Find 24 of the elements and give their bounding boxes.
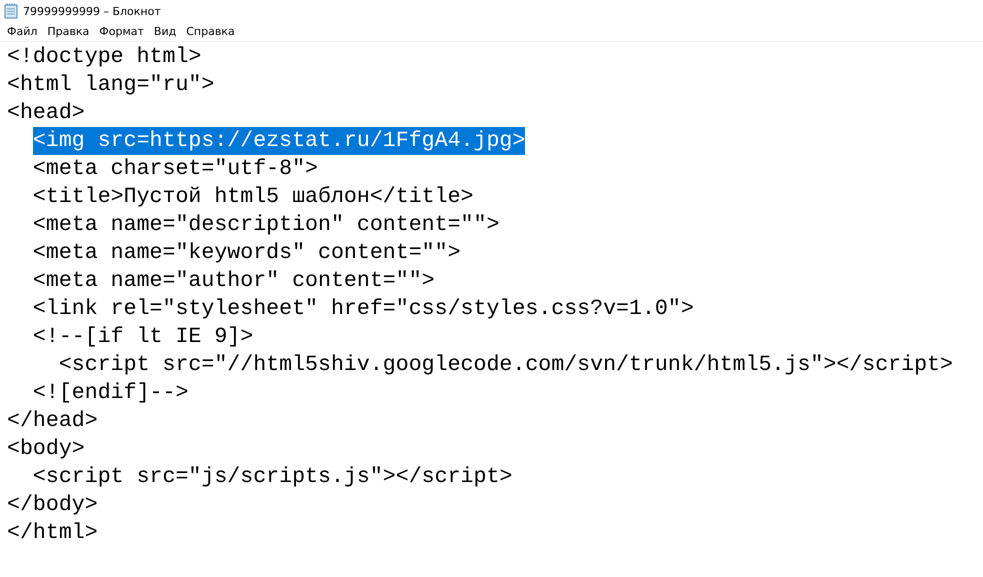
code-line: <meta name="author" content=""> — [32, 268, 435, 295]
code-line: <title>Пустой html5 шаблон</title> — [32, 184, 474, 211]
menu-item[interactable]: Формат — [94, 24, 149, 39]
menu-item[interactable]: Правка — [42, 24, 94, 39]
code-line: <script src="//html5shiv.googlecode.com/svn/trunk/html5.js"></script> — [58, 352, 953, 379]
notepad-icon — [4, 3, 18, 19]
window-title: 79999999999 – Блокнот — [23, 4, 161, 18]
code-line: <head> — [7, 100, 85, 127]
menu-item[interactable]: Файл — [2, 24, 42, 39]
menu-item[interactable]: Справка — [181, 24, 240, 39]
code-line: <body> — [7, 436, 85, 463]
code-line: <meta name="description" content=""> — [32, 212, 500, 239]
code-line: </html> — [7, 520, 98, 547]
code-line: <html lang="ru"> — [7, 72, 214, 99]
code-line: </head> — [7, 408, 98, 435]
code-line: </body> — [7, 492, 98, 519]
code-line: <![endif]--> — [32, 380, 188, 407]
code-line: <!doctype html> — [7, 44, 202, 71]
code-line: <link rel="stylesheet" href="css/styles.css?v=1.0"> — [32, 296, 694, 323]
code-line: <script src="js/scripts.js"></script> — [32, 464, 512, 491]
code-line: <meta name="keywords" content=""> — [32, 240, 461, 267]
menu-item[interactable]: Вид — [148, 24, 182, 39]
code-line: <!--[if lt IE 9]> — [32, 324, 254, 351]
code-line: <meta charset="utf-8"> — [32, 156, 318, 183]
